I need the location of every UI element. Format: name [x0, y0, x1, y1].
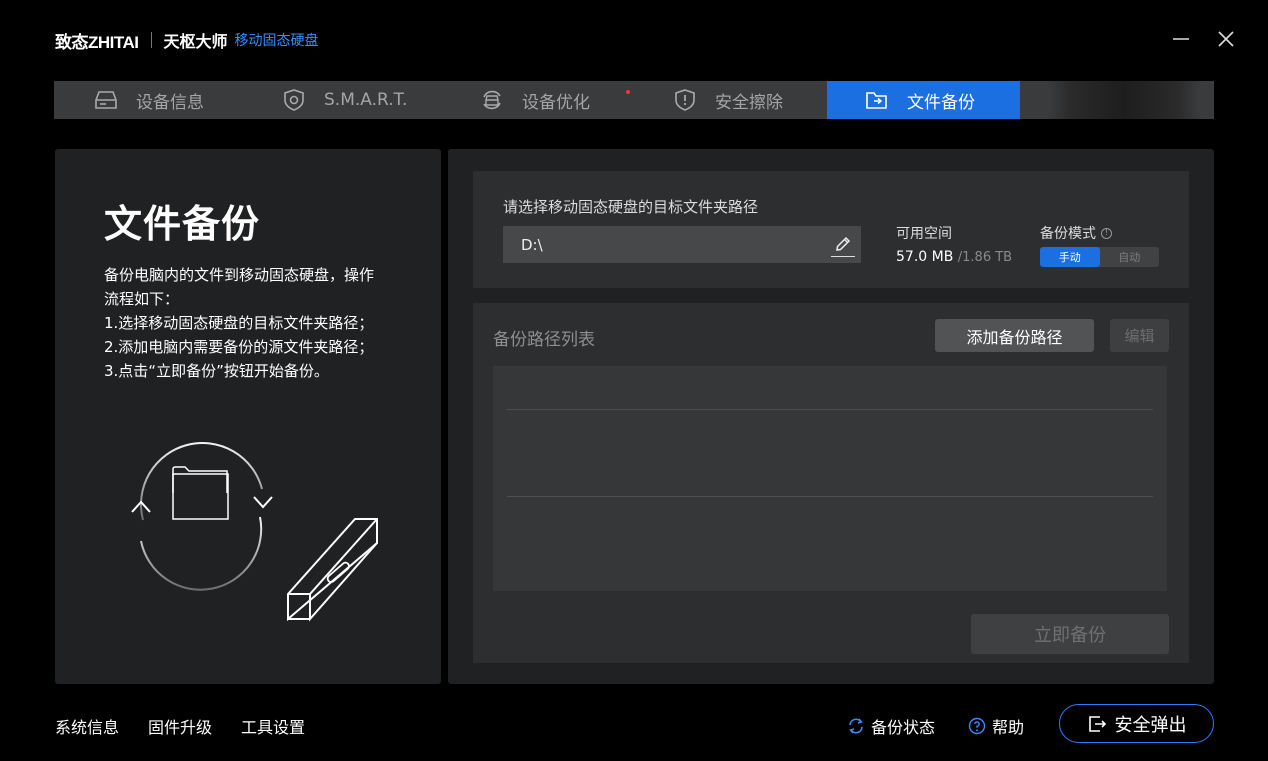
page-title: 文件备份 — [104, 202, 261, 246]
drive-icon — [94, 88, 118, 112]
backup-now-button[interactable]: 立即备份 — [971, 614, 1169, 654]
tab-optimize[interactable]: 设备优化 — [480, 81, 630, 119]
sync-icon — [847, 717, 865, 735]
app-name: 天枢大师 — [163, 32, 228, 51]
intro-panel: 文件备份 备份电脑内的文件到移动固态硬盘，操作 流程如下： 1.选择移动固态硬盘… — [55, 149, 441, 684]
optimize-icon — [480, 88, 504, 112]
instruction-line: 备份电脑内的文件到移动固态硬盘，操作 — [104, 266, 375, 284]
minimize-button[interactable] — [1168, 26, 1194, 52]
backup-panel: 请选择移动固态硬盘的目标文件夹路径 D:\ 可用空间 57.0 MB /1.86… — [448, 149, 1214, 684]
system-info-link[interactable]: 系统信息 — [55, 714, 119, 738]
list-divider — [507, 409, 1153, 410]
alert-shield-icon — [673, 88, 697, 112]
obscured-area — [1049, 81, 1199, 119]
minimize-icon — [1173, 38, 1189, 40]
folder-icon — [865, 88, 889, 112]
tab-secure-erase[interactable]: 安全擦除 — [673, 81, 783, 119]
backup-mode-toggle: 手动 自动 — [1040, 247, 1159, 267]
close-icon — [1218, 31, 1234, 47]
free-space-label: 可用空间 — [896, 226, 952, 242]
backup-mode-label: 备份模式 ! — [1040, 223, 1112, 243]
add-backup-path-button[interactable]: 添加备份路径 — [935, 319, 1094, 352]
info-icon[interactable]: ! — [1101, 227, 1112, 239]
tab-file-backup[interactable]: 文件备份 — [827, 81, 1020, 119]
tab-smart[interactable]: S.M.A.R.T. — [282, 81, 407, 119]
backup-mode-text: 备份模式 — [1040, 226, 1096, 242]
tab-label: 文件备份 — [907, 92, 975, 113]
brand-logo: 致态ZHITAI — [55, 32, 139, 52]
list-divider — [507, 496, 1153, 497]
backup-path-list-section: 备份路径列表 添加备份路径 编辑 立即备份 — [473, 303, 1189, 663]
safe-eject-button[interactable]: 安全弹出 — [1059, 704, 1214, 743]
pencil-icon — [836, 236, 851, 251]
help-icon — [968, 717, 986, 735]
instructions: 备份电脑内的文件到移动固态硬盘，操作 流程如下： 1.选择移动固态硬盘的目标文件… — [104, 263, 404, 383]
mode-auto-option[interactable]: 自动 — [1100, 247, 1160, 267]
instruction-line: 流程如下： — [104, 290, 180, 308]
backup-path-list — [493, 366, 1167, 591]
free-space-used: 57.0 MB — [896, 249, 954, 265]
tool-settings-link[interactable]: 工具设置 — [241, 714, 305, 738]
tab-label: 安全擦除 — [715, 92, 783, 113]
firmware-upgrade-link[interactable]: 固件升级 — [148, 714, 212, 738]
mode-manual-option[interactable]: 手动 — [1040, 247, 1100, 267]
brand: 致态ZHITAI 天枢大师 移动固态硬盘 — [55, 29, 319, 52]
shield-icon — [282, 88, 306, 112]
safe-eject-label: 安全弹出 — [1114, 714, 1187, 736]
eject-icon — [1087, 714, 1107, 734]
edit-button[interactable]: 编辑 — [1110, 319, 1169, 352]
tab-bar: 设备信息 S.M.A.R.T. 设备优化 安全擦除 文件备份 — [54, 81, 1214, 119]
backup-illustration — [73, 442, 378, 622]
target-folder-section: 请选择移动固态硬盘的目标文件夹路径 D:\ 可用空间 57.0 MB /1.86… — [473, 171, 1189, 288]
close-button[interactable] — [1213, 26, 1239, 52]
backup-path-list-title: 备份路径列表 — [493, 330, 595, 350]
instruction-line: 1.选择移动固态硬盘的目标文件夹路径； — [104, 314, 374, 332]
brand-divider — [150, 32, 152, 48]
tab-label: 设备信息 — [136, 92, 204, 113]
tab-label: 设备优化 — [522, 92, 590, 113]
backup-status-label: 备份状态 — [871, 718, 936, 737]
free-space-value: 57.0 MB /1.86 TB — [896, 249, 1012, 265]
tab-device-info[interactable]: 设备信息 — [94, 81, 204, 119]
target-path-value: D:\ — [521, 235, 543, 254]
target-path-field[interactable]: D:\ — [503, 226, 861, 263]
product-name: 移动固态硬盘 — [234, 33, 319, 49]
title-bar: 致态ZHITAI 天枢大师 移动固态硬盘 — [0, 0, 1268, 78]
target-folder-label: 请选择移动固态硬盘的目标文件夹路径 — [503, 198, 759, 216]
help-button[interactable]: 帮助 — [968, 714, 1024, 738]
notification-dot — [626, 90, 630, 94]
free-space-total: /1.86 TB — [957, 250, 1013, 265]
edit-path-button[interactable] — [831, 231, 855, 257]
instruction-line: 3.点击“立即备份”按钮开始备份。 — [104, 362, 329, 380]
instruction-line: 2.添加电脑内需要备份的源文件夹路径； — [104, 338, 374, 356]
backup-status-button[interactable]: 备份状态 — [847, 714, 935, 738]
help-label: 帮助 — [992, 718, 1025, 737]
tab-label: S.M.A.R.T. — [324, 90, 408, 110]
